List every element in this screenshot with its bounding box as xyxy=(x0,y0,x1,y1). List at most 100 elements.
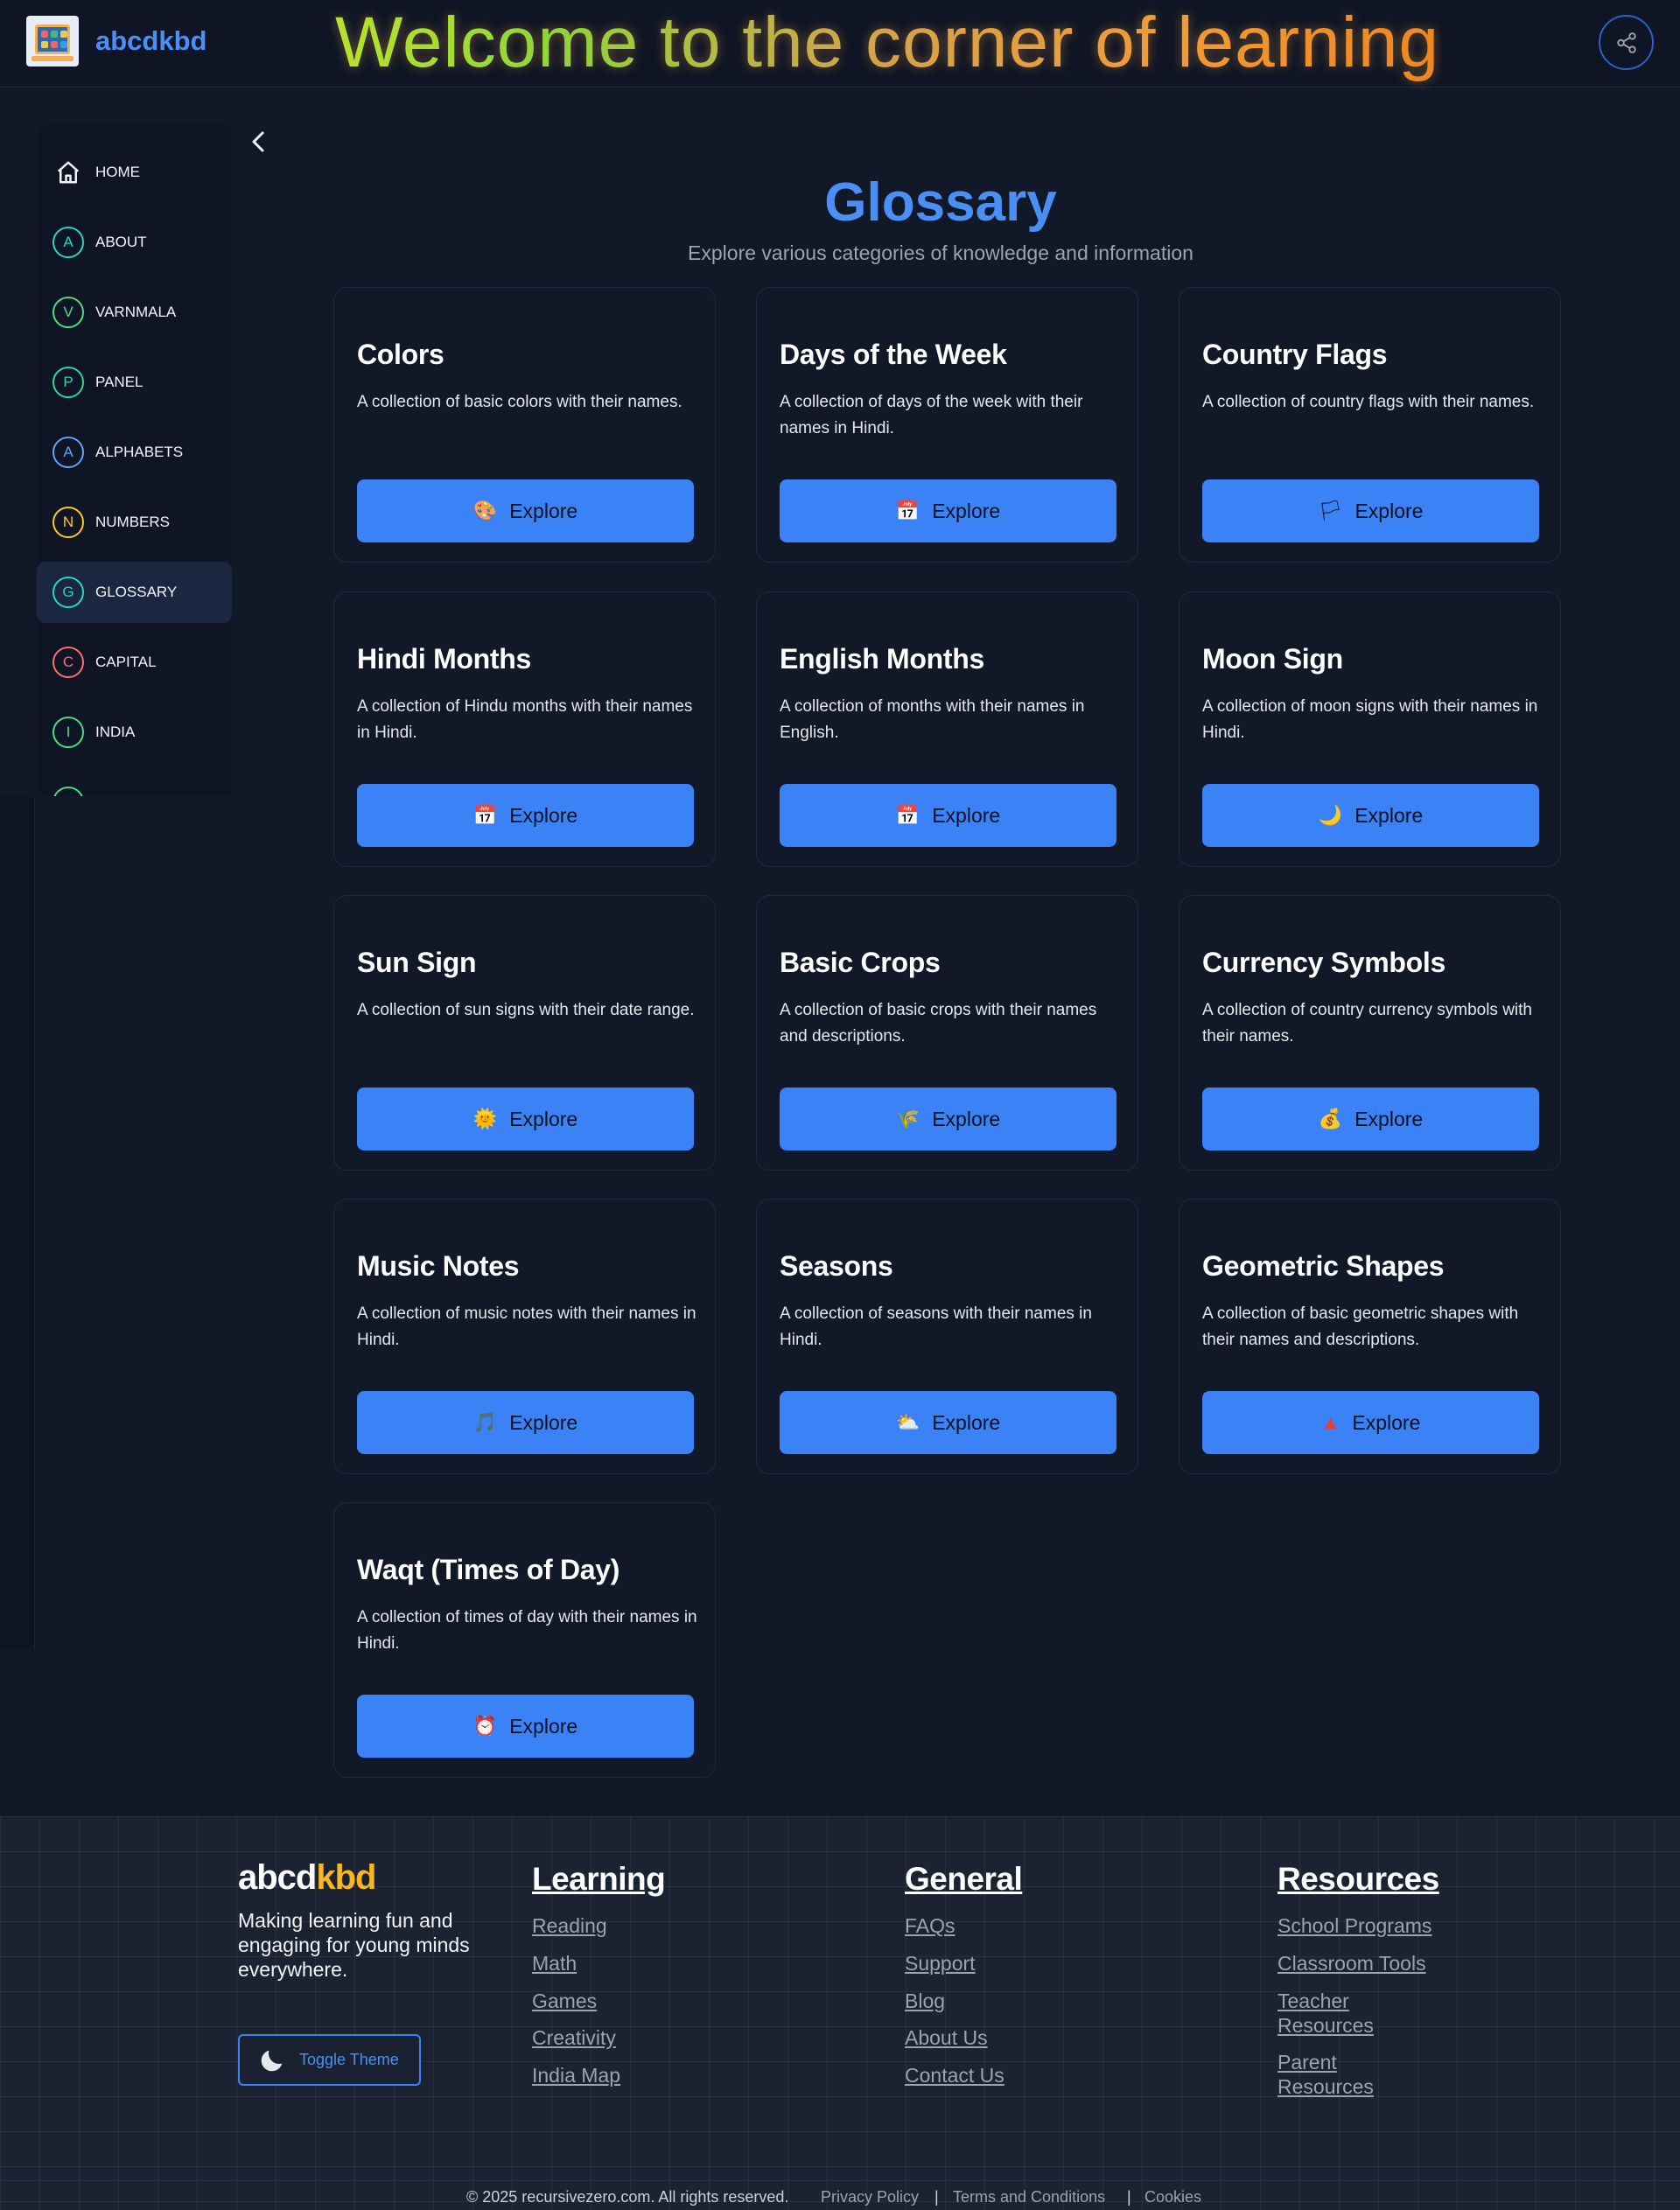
top-navbar: abcdkbd Welcome to the corner of learnin… xyxy=(0,0,1680,87)
footer-link-about-us[interactable]: About Us xyxy=(905,2025,988,2050)
explore-button[interactable]: 🏳 Explore xyxy=(1202,479,1539,542)
footer-brand[interactable]: abcdkbd xyxy=(238,1858,376,1898)
explore-label: Explore xyxy=(932,803,1001,827)
sidebar-item-alphabets[interactable]: A ALPHABETS xyxy=(37,422,232,483)
letter-badge-icon xyxy=(52,787,84,796)
privacy-policy-link[interactable]: Privacy Policy xyxy=(821,2188,919,2207)
footer-link-faqs[interactable]: FAQs xyxy=(905,1913,956,1938)
sidebar-item-partial[interactable] xyxy=(37,772,232,796)
calendar-icon: 📅 xyxy=(895,500,920,521)
glossary-card-moon-sign: Moon Sign A collection of moon signs wit… xyxy=(1179,591,1561,867)
explore-button[interactable]: ⏰ Explore xyxy=(357,1695,694,1758)
letter-badge-icon: I xyxy=(52,717,84,748)
card-title: Moon Sign xyxy=(1202,643,1343,675)
cloud-icon: ⛅ xyxy=(895,1411,920,1433)
cookies-link[interactable]: Cookies xyxy=(1144,2188,1201,2207)
card-title: Sun Sign xyxy=(357,947,477,978)
card-title: Currency Symbols xyxy=(1202,947,1446,978)
card-description: A collection of basic crops with their n… xyxy=(780,1001,1097,1046)
explore-button[interactable]: ⛅ Explore xyxy=(780,1391,1116,1454)
copyright-text: © 2025 recursivezero.com. All rights res… xyxy=(466,2188,789,2206)
footer-link-school-programs[interactable]: School Programs xyxy=(1278,1913,1432,1938)
explore-button[interactable]: 📅 Explore xyxy=(780,784,1116,847)
card-title: Days of the Week xyxy=(780,339,1007,370)
moon-icon xyxy=(261,2050,283,2071)
collapse-sidebar-button[interactable] xyxy=(247,128,270,156)
sidebar-item-label: INDIA xyxy=(95,724,136,740)
sidebar-item-panel[interactable]: P PANEL xyxy=(37,352,232,413)
card-description: A collection of music notes with their n… xyxy=(357,1304,696,1349)
card-description: A collection of basic geometric shapes w… xyxy=(1202,1304,1519,1349)
explore-label: Explore xyxy=(509,499,578,522)
footer-link-support[interactable]: Support xyxy=(905,1951,976,1976)
card-title: Geometric Shapes xyxy=(1202,1250,1445,1282)
footer-link-india-map[interactable]: India Map xyxy=(532,2063,620,2088)
footer-link-blog[interactable]: Blog xyxy=(905,1989,945,2013)
sidebar-item-numbers[interactable]: N NUMBERS xyxy=(37,492,232,553)
footer-link-math[interactable]: Math xyxy=(532,1951,577,1976)
sidebar-item-label: ALPHABETS xyxy=(95,444,184,460)
glossary-card-country-flags: Country Flags A collection of country fl… xyxy=(1179,287,1561,563)
sidebar-item-india[interactable]: I INDIA xyxy=(37,702,232,763)
footer-heading[interactable]: Learning xyxy=(532,1861,666,1898)
letter-badge-icon: C xyxy=(52,647,84,678)
footer-link-games[interactable]: Games xyxy=(532,1989,597,2013)
explore-button[interactable]: 🌞 Explore xyxy=(357,1088,694,1150)
card-description: A collection of times of day with their … xyxy=(357,1608,697,1653)
welcome-banner: Welcome to the corner of learning xyxy=(335,3,1440,82)
explore-button[interactable]: 🎨 Explore xyxy=(357,479,694,542)
glossary-card-days-of-week: Days of the Week A collection of days of… xyxy=(756,287,1138,563)
site-logo[interactable] xyxy=(26,16,79,66)
letter-badge-icon: G xyxy=(52,577,84,608)
footer-link-classroom-tools[interactable]: Classroom Tools xyxy=(1278,1951,1426,1976)
toggle-theme-button[interactable]: Toggle Theme xyxy=(238,2034,421,2086)
sidebar-item-label: PANEL xyxy=(95,374,144,390)
footer-link-reading[interactable]: Reading xyxy=(532,1913,607,1938)
explore-button[interactable]: 🌾 Explore xyxy=(780,1088,1116,1150)
letter-badge-icon: A xyxy=(52,437,84,468)
footer-link-creativity[interactable]: Creativity xyxy=(532,2025,616,2050)
sun-icon: 🌞 xyxy=(472,1108,498,1129)
share-button[interactable] xyxy=(1599,15,1654,70)
calendar-icon: 📅 xyxy=(895,804,920,826)
footer-link-parent-resources[interactable]: Parent Resources xyxy=(1278,2050,1391,2099)
flag-icon: 🏳 xyxy=(1318,500,1343,521)
terms-link[interactable]: Terms and Conditions xyxy=(953,2188,1105,2207)
letter-badge-icon: N xyxy=(52,507,84,538)
sidebar-item-glossary[interactable]: G GLOSSARY xyxy=(37,562,232,623)
card-title: Country Flags xyxy=(1202,339,1388,370)
glossary-card-colors: Colors A collection of basic colors with… xyxy=(333,287,716,563)
explore-button[interactable]: 🌙 Explore xyxy=(1202,784,1539,847)
sidebar-item-label: CAPITAL xyxy=(95,654,157,670)
glossary-card-music-notes: Music Notes A collection of music notes … xyxy=(333,1199,716,1474)
explore-label: Explore xyxy=(932,499,1001,522)
footer-heading[interactable]: General xyxy=(905,1861,1023,1898)
glossary-card-basic-crops: Basic Crops A collection of basic crops … xyxy=(756,895,1138,1171)
footer-link-contact-us[interactable]: Contact Us xyxy=(905,2063,1004,2088)
legal-separator: | xyxy=(1127,2188,1131,2206)
share-icon xyxy=(1616,31,1636,53)
explore-button[interactable]: ▲ Explore xyxy=(1202,1391,1539,1454)
sidebar-item-label: VARNMALA xyxy=(95,304,177,320)
explore-button[interactable]: 📅 Explore xyxy=(357,784,694,847)
toggle-theme-label: Toggle Theme xyxy=(299,2051,399,2068)
footer-heading[interactable]: Resources xyxy=(1278,1861,1439,1898)
letter-badge-icon: P xyxy=(52,367,84,398)
crop-icon: 🌾 xyxy=(895,1108,920,1129)
card-description: A collection of country flags with their… xyxy=(1202,393,1535,411)
explore-button[interactable]: 🎵 Explore xyxy=(357,1391,694,1454)
card-title: Waqt (Times of Day) xyxy=(357,1554,620,1585)
sidebar-item-varnmala[interactable]: V VARNMALA xyxy=(37,282,232,343)
calendar-icon: 📅 xyxy=(472,804,498,826)
legal-separator: | xyxy=(934,2188,939,2206)
triangle-icon: ▲ xyxy=(1320,1411,1340,1433)
sidebar-item-label: NUMBERS xyxy=(95,514,171,530)
brand-name[interactable]: abcdkbd xyxy=(95,25,206,57)
copyright-bar: © 2025 recursivezero.com. All rights res… xyxy=(0,2180,1680,2210)
footer-link-teacher-resources[interactable]: Teacher Resources xyxy=(1278,1989,1391,2038)
explore-button[interactable]: 📅 Explore xyxy=(780,479,1116,542)
explore-button[interactable]: 💰 Explore xyxy=(1202,1088,1539,1150)
sidebar-item-capital[interactable]: C CAPITAL xyxy=(37,632,232,693)
page-subtitle: Explore various categories of knowledge … xyxy=(688,241,1194,264)
music-note-icon: 🎵 xyxy=(472,1411,498,1433)
